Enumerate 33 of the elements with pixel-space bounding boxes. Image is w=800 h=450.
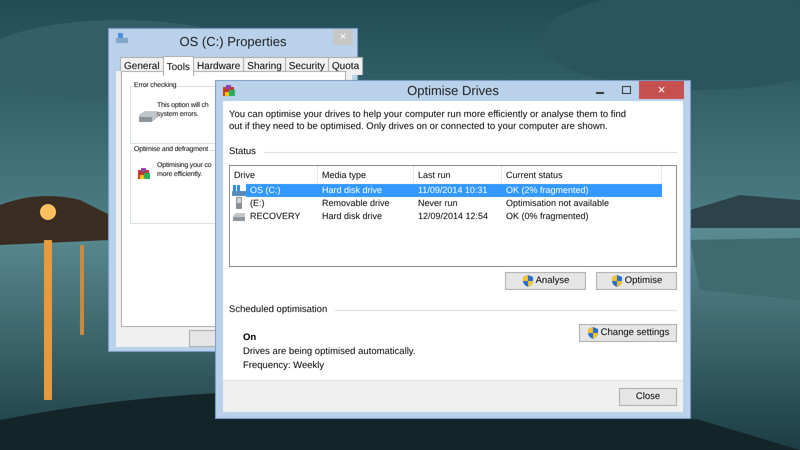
- shield-icon: [522, 274, 534, 288]
- shield-icon: [586, 326, 599, 340]
- defrag-icon: [222, 84, 236, 98]
- section-heading: Status: [229, 145, 256, 159]
- windows-drive-icon: [232, 184, 246, 196]
- table-cell-text: Optimisation not available: [505, 197, 610, 210]
- close-button[interactable]: Close: [619, 388, 677, 406]
- close-button[interactable]: ×: [639, 81, 684, 99]
- table-cell-text: Removable drive: [321, 197, 391, 210]
- change-settings-button[interactable]: Change settings: [579, 324, 677, 342]
- drive-icon: [137, 109, 159, 123]
- table-cell: 11/09/2014 10:31: [414, 184, 502, 198]
- drive-icon: [232, 210, 246, 222]
- drive-icon: [115, 32, 129, 44]
- action-button[interactable]: Optimise: [596, 272, 677, 290]
- window-title: OS (C:) Properties: [180, 33, 286, 52]
- action-button[interactable]: Analyse: [505, 272, 586, 290]
- table-cell-text: OK (0% fragmented): [505, 210, 590, 224]
- schedule-state: On: [243, 330, 258, 344]
- table-cell: OK (2% fragmented): [502, 184, 662, 198]
- table-cell[interactable]: (E:): [246, 197, 318, 210]
- shield-icon: [610, 274, 623, 288]
- window-title: Optimise Drives: [407, 82, 499, 100]
- frequency-text: Frequency: Weekly: [243, 358, 326, 372]
- section-heading: Scheduled optimisation: [229, 303, 328, 318]
- tab[interactable]: Tools: [162, 56, 194, 76]
- table-cell: Hard disk drive: [318, 184, 414, 198]
- description-text: You can optimise your drives to help your computer run more efficiently or analyse them to find out if they need to be optimised. Only drives on or connected to your computer are shown.: [228, 108, 628, 133]
- table-cell-text: Never run: [417, 197, 459, 210]
- table-cell[interactable]: RECOVERY: [246, 210, 318, 224]
- table-cell-text: Hard disk drive: [321, 210, 384, 224]
- schedule-text: Drives are being optimised automatically.: [243, 344, 416, 358]
- table-cell-text: 12/09/2014 12:54: [417, 210, 490, 224]
